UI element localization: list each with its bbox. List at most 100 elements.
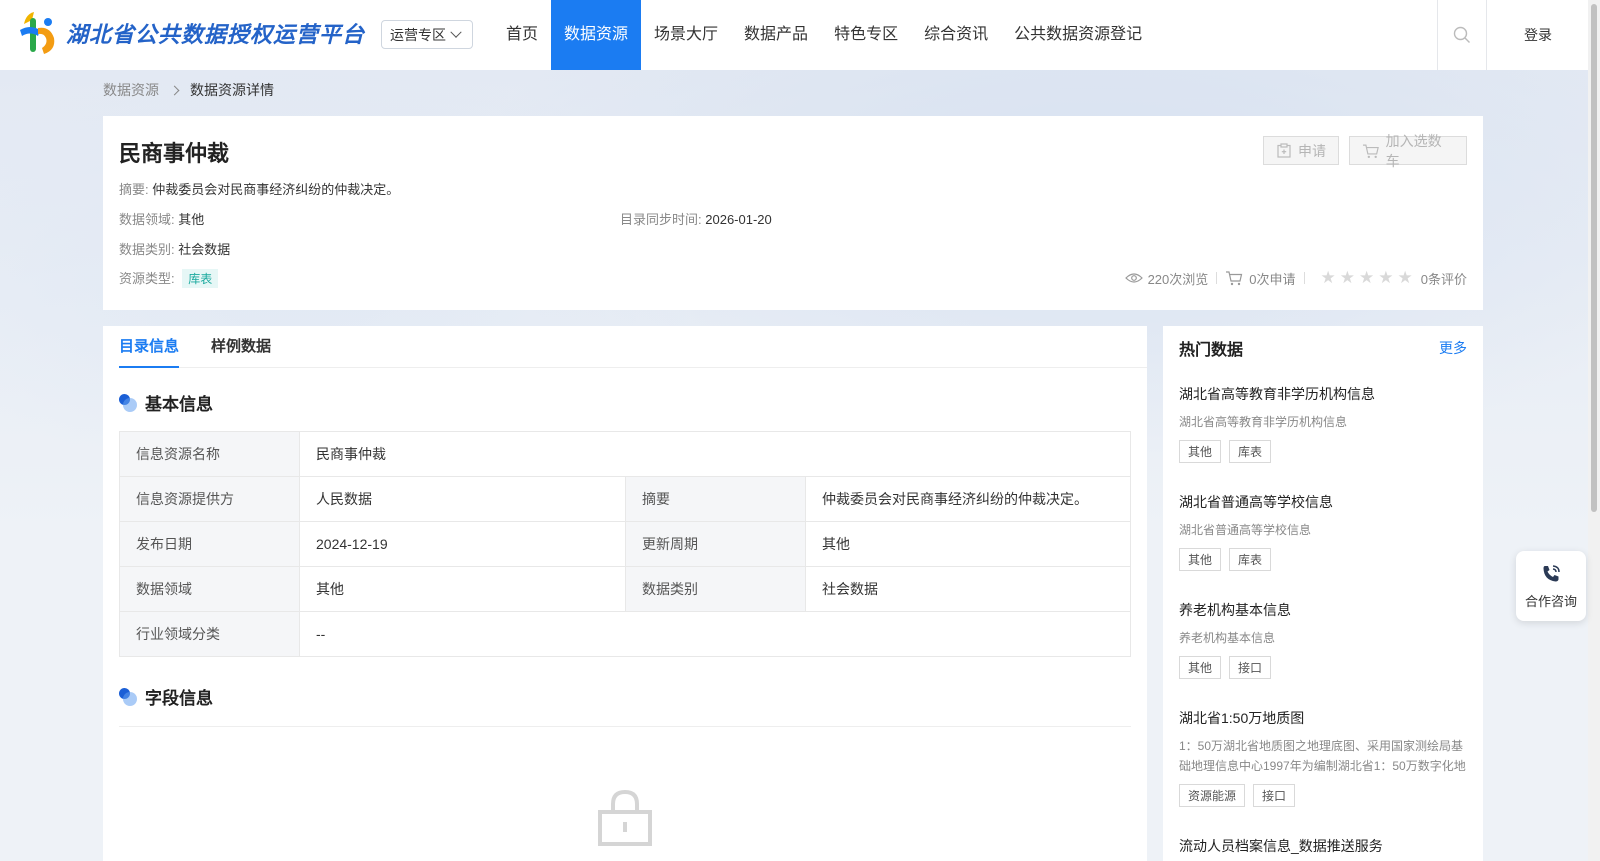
nav-featured-zone[interactable]: 特色专区 xyxy=(821,0,911,70)
table-value: 人民数据 xyxy=(299,476,626,522)
list-item[interactable]: 养老机构基本信息 养老机构基本信息 其他 接口 xyxy=(1179,600,1469,679)
apply-button-label: 申请 xyxy=(1298,142,1326,159)
table-key: 信息资源名称 xyxy=(119,431,300,477)
table-row: 行业领域分类 -- xyxy=(119,611,1131,657)
basic-info-table: 信息资源名称 民商事仲裁 信息资源提供方 人民数据 摘要 仲裁委员会对民商事经济… xyxy=(119,431,1131,657)
table-value: -- xyxy=(299,611,1131,657)
consult-button[interactable]: 合作咨询 xyxy=(1516,551,1586,621)
table-row: 信息资源提供方 人民数据 摘要 仲裁委员会对民商事经济纠纷的仲裁决定。 xyxy=(119,476,1131,522)
list-item[interactable]: 湖北省高等教育非学历机构信息 湖北省高等教育非学历机构信息 其他 库表 xyxy=(1179,384,1469,463)
consult-label: 合作咨询 xyxy=(1524,593,1577,609)
phone-icon xyxy=(1543,564,1560,581)
hot-item-desc: 1：50万湖北省地质图之地理底图、采用国家测绘局基础地理信息中心1997年为编制… xyxy=(1179,739,1466,773)
main-nav: 首页 数据资源 场景大厅 数据产品 特色专区 综合资讯 公共数据资源登记 xyxy=(493,0,1155,70)
hot-item-desc: 湖北省高等教育非学历机构信息 xyxy=(1179,415,1348,429)
category-label: 数据类别: xyxy=(119,242,175,257)
table-value: 2024-12-19 xyxy=(299,521,626,567)
stats-divider xyxy=(1216,272,1218,284)
star-icon: ★ xyxy=(1397,268,1413,287)
add-to-cart-button[interactable]: 加入选数车 xyxy=(1349,133,1467,169)
table-key: 更新周期 xyxy=(625,521,806,567)
list-item[interactable]: 流动人员档案信息_数据推送服务 xyxy=(1179,836,1469,856)
search-icon xyxy=(1453,26,1470,43)
hot-data-title: 热门数据 xyxy=(1179,342,1244,359)
field-info-title: 字段信息 xyxy=(145,689,213,708)
domain-label: 数据领域: xyxy=(119,212,175,227)
stats-divider xyxy=(1303,272,1305,284)
hot-item-desc: 湖北省普通高等学校信息 xyxy=(1179,523,1312,537)
hot-data-panel: 热门数据 更多 湖北省高等教育非学历机构信息 湖北省高等教育非学历机构信息 其他… xyxy=(1163,326,1483,861)
hot-item-title[interactable]: 流动人员档案信息_数据推送服务 xyxy=(1179,836,1469,856)
hot-item-tag: 资源能源 xyxy=(1179,784,1246,807)
detail-tabs: 目录信息 样例数据 xyxy=(119,326,1147,368)
domain-value: 其他 xyxy=(178,212,205,227)
cart-icon xyxy=(1226,271,1243,286)
apply-button[interactable]: 申请 xyxy=(1263,136,1339,165)
table-key: 发布日期 xyxy=(119,521,300,567)
logo-text: 湖北省公共数据授权运营平台 xyxy=(66,22,366,47)
nav-news[interactable]: 综合资讯 xyxy=(911,0,1001,70)
site-logo[interactable]: 湖北省公共数据授权运营平台 xyxy=(16,10,365,56)
nav-public-data-registration[interactable]: 公共数据资源登记 xyxy=(1001,0,1155,70)
lock-icon xyxy=(598,789,652,846)
hot-item-title[interactable]: 湖北省普通高等学校信息 xyxy=(1179,492,1469,512)
chevron-right-icon xyxy=(169,85,180,95)
star-icon: ★ xyxy=(1339,268,1356,287)
hot-item-desc: 养老机构基本信息 xyxy=(1179,631,1276,645)
star-icon: ★ xyxy=(1359,268,1375,287)
chevron-down-icon xyxy=(450,26,462,38)
hot-item-tag: 其他 xyxy=(1179,440,1222,463)
rating-stars: ★ ★ ★ ★ ★ xyxy=(1319,268,1415,288)
table-key: 信息资源提供方 xyxy=(119,476,300,522)
type-tag: 库表 xyxy=(182,269,219,288)
hot-data-more-link[interactable]: 更多 xyxy=(1439,338,1467,358)
table-key: 行业领域分类 xyxy=(119,611,300,657)
list-item[interactable]: 湖北省普通高等学校信息 湖北省普通高等学校信息 其他 库表 xyxy=(1179,492,1469,571)
table-value: 社会数据 xyxy=(805,566,1131,612)
cart-icon xyxy=(1362,144,1379,158)
list-item[interactable]: 湖北省1:50万地质图 1：50万湖北省地质图之地理底图、采用国家测绘局基础地理… xyxy=(1179,708,1469,807)
table-value: 民商事仲裁 xyxy=(299,431,1131,477)
applies-count: 0次申请 xyxy=(1249,271,1296,287)
hot-item-tag: 接口 xyxy=(1229,656,1272,679)
sync-time-value: 2026-01-20 xyxy=(705,212,772,227)
resource-stats: 220次浏览 0次申请 ★ ★ ★ ★ ★ 0条评价 xyxy=(1124,268,1467,288)
abstract-row: 摘要: 仲裁委员会对民商事经济纠纷的仲裁决定。 xyxy=(119,179,399,198)
reviews-count: 0条评价 xyxy=(1420,271,1467,287)
table-row: 信息资源名称 民商事仲裁 xyxy=(119,431,1131,477)
hot-item-tags: 资源能源 接口 xyxy=(1179,784,1469,807)
nav-scenario-hall[interactable]: 场景大厅 xyxy=(641,0,731,70)
table-key: 摘要 xyxy=(625,476,806,522)
tab-catalog-info[interactable]: 目录信息 xyxy=(119,326,180,368)
hot-item-tag: 库表 xyxy=(1229,548,1272,571)
nav-data-resources[interactable]: 数据资源 xyxy=(551,0,642,70)
section-divider xyxy=(119,726,1131,727)
hot-item-tags: 其他 库表 xyxy=(1179,440,1469,463)
hot-item-tag: 其他 xyxy=(1179,656,1222,679)
zone-select[interactable]: 运营专区 xyxy=(381,20,473,49)
section-dot-icon xyxy=(119,687,137,706)
scrollbar-thumb[interactable] xyxy=(1591,4,1597,512)
domain-row: 数据领域: 其他 xyxy=(119,209,204,228)
star-icon: ★ xyxy=(1378,268,1394,287)
nav-data-products[interactable]: 数据产品 xyxy=(731,0,821,70)
hot-item-title[interactable]: 湖北省高等教育非学历机构信息 xyxy=(1179,384,1469,404)
nav-home[interactable]: 首页 xyxy=(493,0,551,70)
hot-item-tags: 其他 库表 xyxy=(1179,548,1469,571)
breadcrumb-current: 数据资源详情 xyxy=(190,82,274,98)
page-scrollbar[interactable] xyxy=(1588,0,1600,861)
hot-item-tags: 其他 接口 xyxy=(1179,656,1469,679)
tab-sample-data[interactable]: 样例数据 xyxy=(211,326,271,368)
field-info-heading: 字段信息 xyxy=(119,684,213,709)
section-dot-icon xyxy=(119,393,137,412)
abstract-label: 摘要: xyxy=(119,182,149,197)
login-link[interactable]: 登录 xyxy=(1508,0,1568,70)
apply-icon xyxy=(1277,142,1291,158)
resource-summary-card: 民商事仲裁 申请 加入选数车 摘要: 仲裁委员会对民商事经济纠纷的仲裁决定。 数… xyxy=(103,116,1483,310)
hot-item-title[interactable]: 养老机构基本信息 xyxy=(1179,600,1469,620)
breadcrumb-parent[interactable]: 数据资源 xyxy=(103,80,159,100)
type-row: 资源类型: 库表 xyxy=(119,268,219,288)
search-button[interactable] xyxy=(1437,0,1487,70)
basic-info-title: 基本信息 xyxy=(145,395,213,414)
hot-item-title[interactable]: 湖北省1:50万地质图 xyxy=(1179,708,1469,728)
